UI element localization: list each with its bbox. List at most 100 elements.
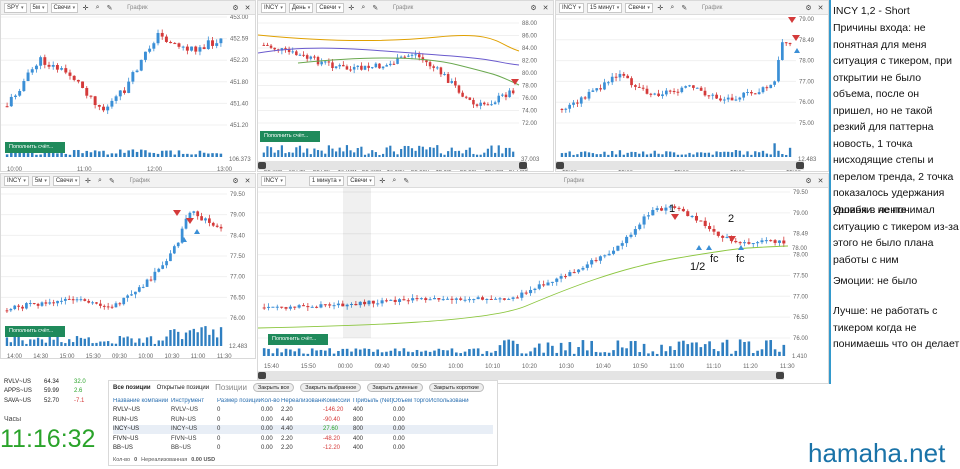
settings-icon[interactable]: ⚙ — [529, 3, 538, 12]
ticker-select[interactable]: SPY ▾ — [4, 2, 27, 13]
column-header[interactable]: Нереализованная — [281, 398, 323, 404]
column-header[interactable]: Использование — [429, 398, 469, 404]
timeframe-select[interactable]: День ▾ — [288, 2, 314, 13]
candle-body — [633, 229, 637, 235]
column-header[interactable]: Объем торгов — [393, 398, 429, 404]
position-row[interactable]: BB~US BB~US 0 0.00 2.20 -12.20 400 0.00 — [113, 444, 493, 454]
timeframe-select[interactable]: 1 минута ▾ — [308, 175, 345, 186]
populate-account-button[interactable]: Пополнить счёт... — [5, 326, 65, 337]
style-select[interactable]: Свечи ▾ — [52, 175, 81, 186]
position-row[interactable]: FIVN~US FIVN~US 0 0.00 2.20 -48.20 400 0.00 — [113, 434, 493, 444]
candlestick-chart-incy-1m[interactable]: 79.50 79.00 78.49 78.00 77.50 77.00 76.50 76.00… — [258, 188, 829, 370]
watchlist-row[interactable]: APPS~US 59.99 2.6 — [4, 387, 98, 397]
x-tick-label: 10:10 — [485, 364, 501, 370]
chart-scrollbar[interactable] — [556, 161, 804, 170]
close-short-button[interactable]: Закрыть короткие — [428, 383, 484, 392]
timeframe-select[interactable]: 15 минут ▾ — [586, 2, 623, 13]
populate-account-button[interactable]: Пополнить счёт... — [5, 142, 65, 153]
column-header[interactable]: Кол-во — [261, 398, 281, 404]
column-header[interactable]: Название компании — [113, 398, 171, 404]
ticker-select[interactable]: INCY ▾ — [4, 175, 29, 186]
watchlist-row[interactable]: RVLV~US 64.34 32.0 — [4, 377, 98, 387]
tab-open-positions[interactable]: Открытые позиции — [157, 385, 210, 391]
style-select[interactable]: Свечи ▾ — [347, 175, 375, 186]
crosshair-icon[interactable]: ✛ — [656, 3, 665, 12]
crosshair-icon[interactable]: ✛ — [83, 176, 92, 185]
crosshair-icon[interactable]: ✛ — [378, 176, 387, 185]
candle-body — [533, 288, 537, 290]
pencil-icon[interactable]: ✎ — [107, 176, 116, 185]
pencil-icon[interactable]: ✎ — [402, 176, 411, 185]
column-header[interactable]: Размер позиции — [217, 398, 261, 404]
close-all-button[interactable]: Закрыть все — [252, 383, 295, 392]
watchlist-chg: 2.6 — [74, 388, 83, 395]
column-header[interactable]: Инструмент — [171, 398, 217, 404]
ticker-select[interactable]: INCY ▾ — [261, 2, 286, 13]
crosshair-icon[interactable]: ✛ — [81, 3, 90, 12]
x-tick-label: 10:40 — [596, 364, 612, 370]
watchlist-row[interactable]: SAVA~US 52.70 -7.1 — [4, 396, 98, 406]
populate-account-button[interactable]: Пополнить счёт... — [260, 131, 320, 142]
position-pnl: 27.60 — [323, 426, 339, 433]
close-icon[interactable]: ✕ — [816, 3, 825, 12]
ticker-select[interactable]: INCY ▾ — [559, 2, 584, 13]
position-row[interactable]: RVLV~US RVLV~US 0 0.00 2.20 -146.20 400 0.00 — [113, 406, 493, 416]
pencil-icon[interactable]: ✎ — [105, 3, 114, 12]
chart-panel-incy-1m[interactable]: INCY ▾ 1 минута ▾ Свечи ▾ ✛ ⌕ ✎ График ⚙ ✕ 7… — [257, 173, 829, 384]
magnifier-icon[interactable]: ⌕ — [95, 176, 104, 185]
candle-body — [443, 74, 446, 76]
pencil-icon[interactable]: ✎ — [680, 3, 689, 12]
x-tick-label: 10:00 — [7, 167, 23, 172]
pencil-icon[interactable]: ✎ — [371, 3, 380, 12]
timeframe-select[interactable]: 5м ▾ — [29, 2, 48, 13]
close-long-button[interactable]: Закрыть длинные — [367, 383, 423, 392]
close-icon[interactable]: ✕ — [243, 176, 252, 185]
timeframe-select[interactable]: 5м ▾ — [31, 175, 50, 186]
candlestick-chart-incy-15m[interactable]: 79.0078.4978.0077.0076.0075.0012:00 15:00… — [556, 15, 829, 172]
style-select[interactable]: Свечи ▾ — [625, 2, 653, 13]
settings-icon[interactable]: ⚙ — [804, 176, 813, 185]
candle-body — [501, 94, 504, 96]
position-row[interactable]: INCY~US INCY~US 0 0.00 4.40 27.60 800 0.00 — [113, 424, 493, 434]
close-icon[interactable]: ✕ — [816, 176, 825, 185]
volume-bar — [546, 342, 550, 356]
crosshair-icon[interactable]: ✛ — [347, 3, 356, 12]
settings-icon[interactable]: ⚙ — [231, 176, 240, 185]
magnifier-icon[interactable]: ⌕ — [390, 176, 399, 185]
magnifier-icon[interactable]: ⌕ — [93, 3, 102, 12]
candlestick-chart-incy-daily[interactable]: 88.00 86.00 84.00 82.00 80.00 78.00 76.00 74.00… — [258, 15, 554, 172]
candle-body — [389, 63, 392, 66]
chart-panel-incy-15m[interactable]: INCY ▾ 15 минут ▾ Свечи ▾ ✛ ⌕ ✎ График ⚙ ✕ 7… — [555, 0, 829, 172]
close-icon[interactable]: ✕ — [541, 3, 550, 12]
position-row[interactable]: RUN~US RUN~US 0 0.00 4.40 -90.40 800 0.00 — [113, 415, 493, 425]
volume-bar — [68, 154, 72, 157]
column-header[interactable]: Комиссии — [323, 398, 353, 404]
chart-scrollbar[interactable] — [258, 371, 784, 380]
magnifier-icon[interactable]: ⌕ — [668, 3, 677, 12]
settings-icon[interactable]: ⚙ — [804, 3, 813, 12]
volume-bar — [374, 152, 377, 157]
volume-bar — [207, 153, 210, 157]
tab-all-positions[interactable]: Все позиции — [113, 385, 151, 391]
ticker-select[interactable]: INCY ▾ — [261, 175, 286, 186]
style-select[interactable]: Свечи ▾ — [316, 2, 344, 13]
candle-body — [371, 300, 375, 304]
volume-bar — [595, 154, 598, 157]
chart-panel-spy[interactable]: SPY ▾ 5м ▾ Свечи ▾ ✛ ⌕ ✎ График ⚙ ✕ 453.00 45… — [0, 0, 256, 172]
chart-panel-incy-daily[interactable]: INCY ▾ День ▾ Свечи ▾ ✛ ⌕ ✎ График ⚙ ✕ 88.00… — [257, 0, 554, 172]
settings-icon[interactable]: ⚙ — [231, 3, 240, 12]
close-selected-button[interactable]: Закрыть выбранное — [300, 383, 362, 392]
chart-panel-incy-5m[interactable]: INCY ▾ 5м ▾ Свечи ▾ ✛ ⌕ ✎ График ⚙ ✕ 79.50 79… — [0, 173, 256, 359]
column-header[interactable]: Прибыль (Net) — [353, 398, 393, 404]
populate-account-button[interactable]: Пополнить счёт... — [268, 334, 328, 345]
volume-bar — [411, 352, 414, 356]
style-select[interactable]: Свечи ▾ — [50, 2, 79, 13]
candle-body — [141, 286, 145, 288]
chart-scrollbar[interactable] — [258, 161, 527, 170]
close-icon[interactable]: ✕ — [243, 3, 252, 12]
volume-bar — [153, 343, 157, 346]
volume-bar — [715, 151, 718, 157]
magnifier-icon[interactable]: ⌕ — [359, 3, 368, 12]
candle-body — [645, 88, 649, 94]
candle-body — [661, 94, 664, 97]
